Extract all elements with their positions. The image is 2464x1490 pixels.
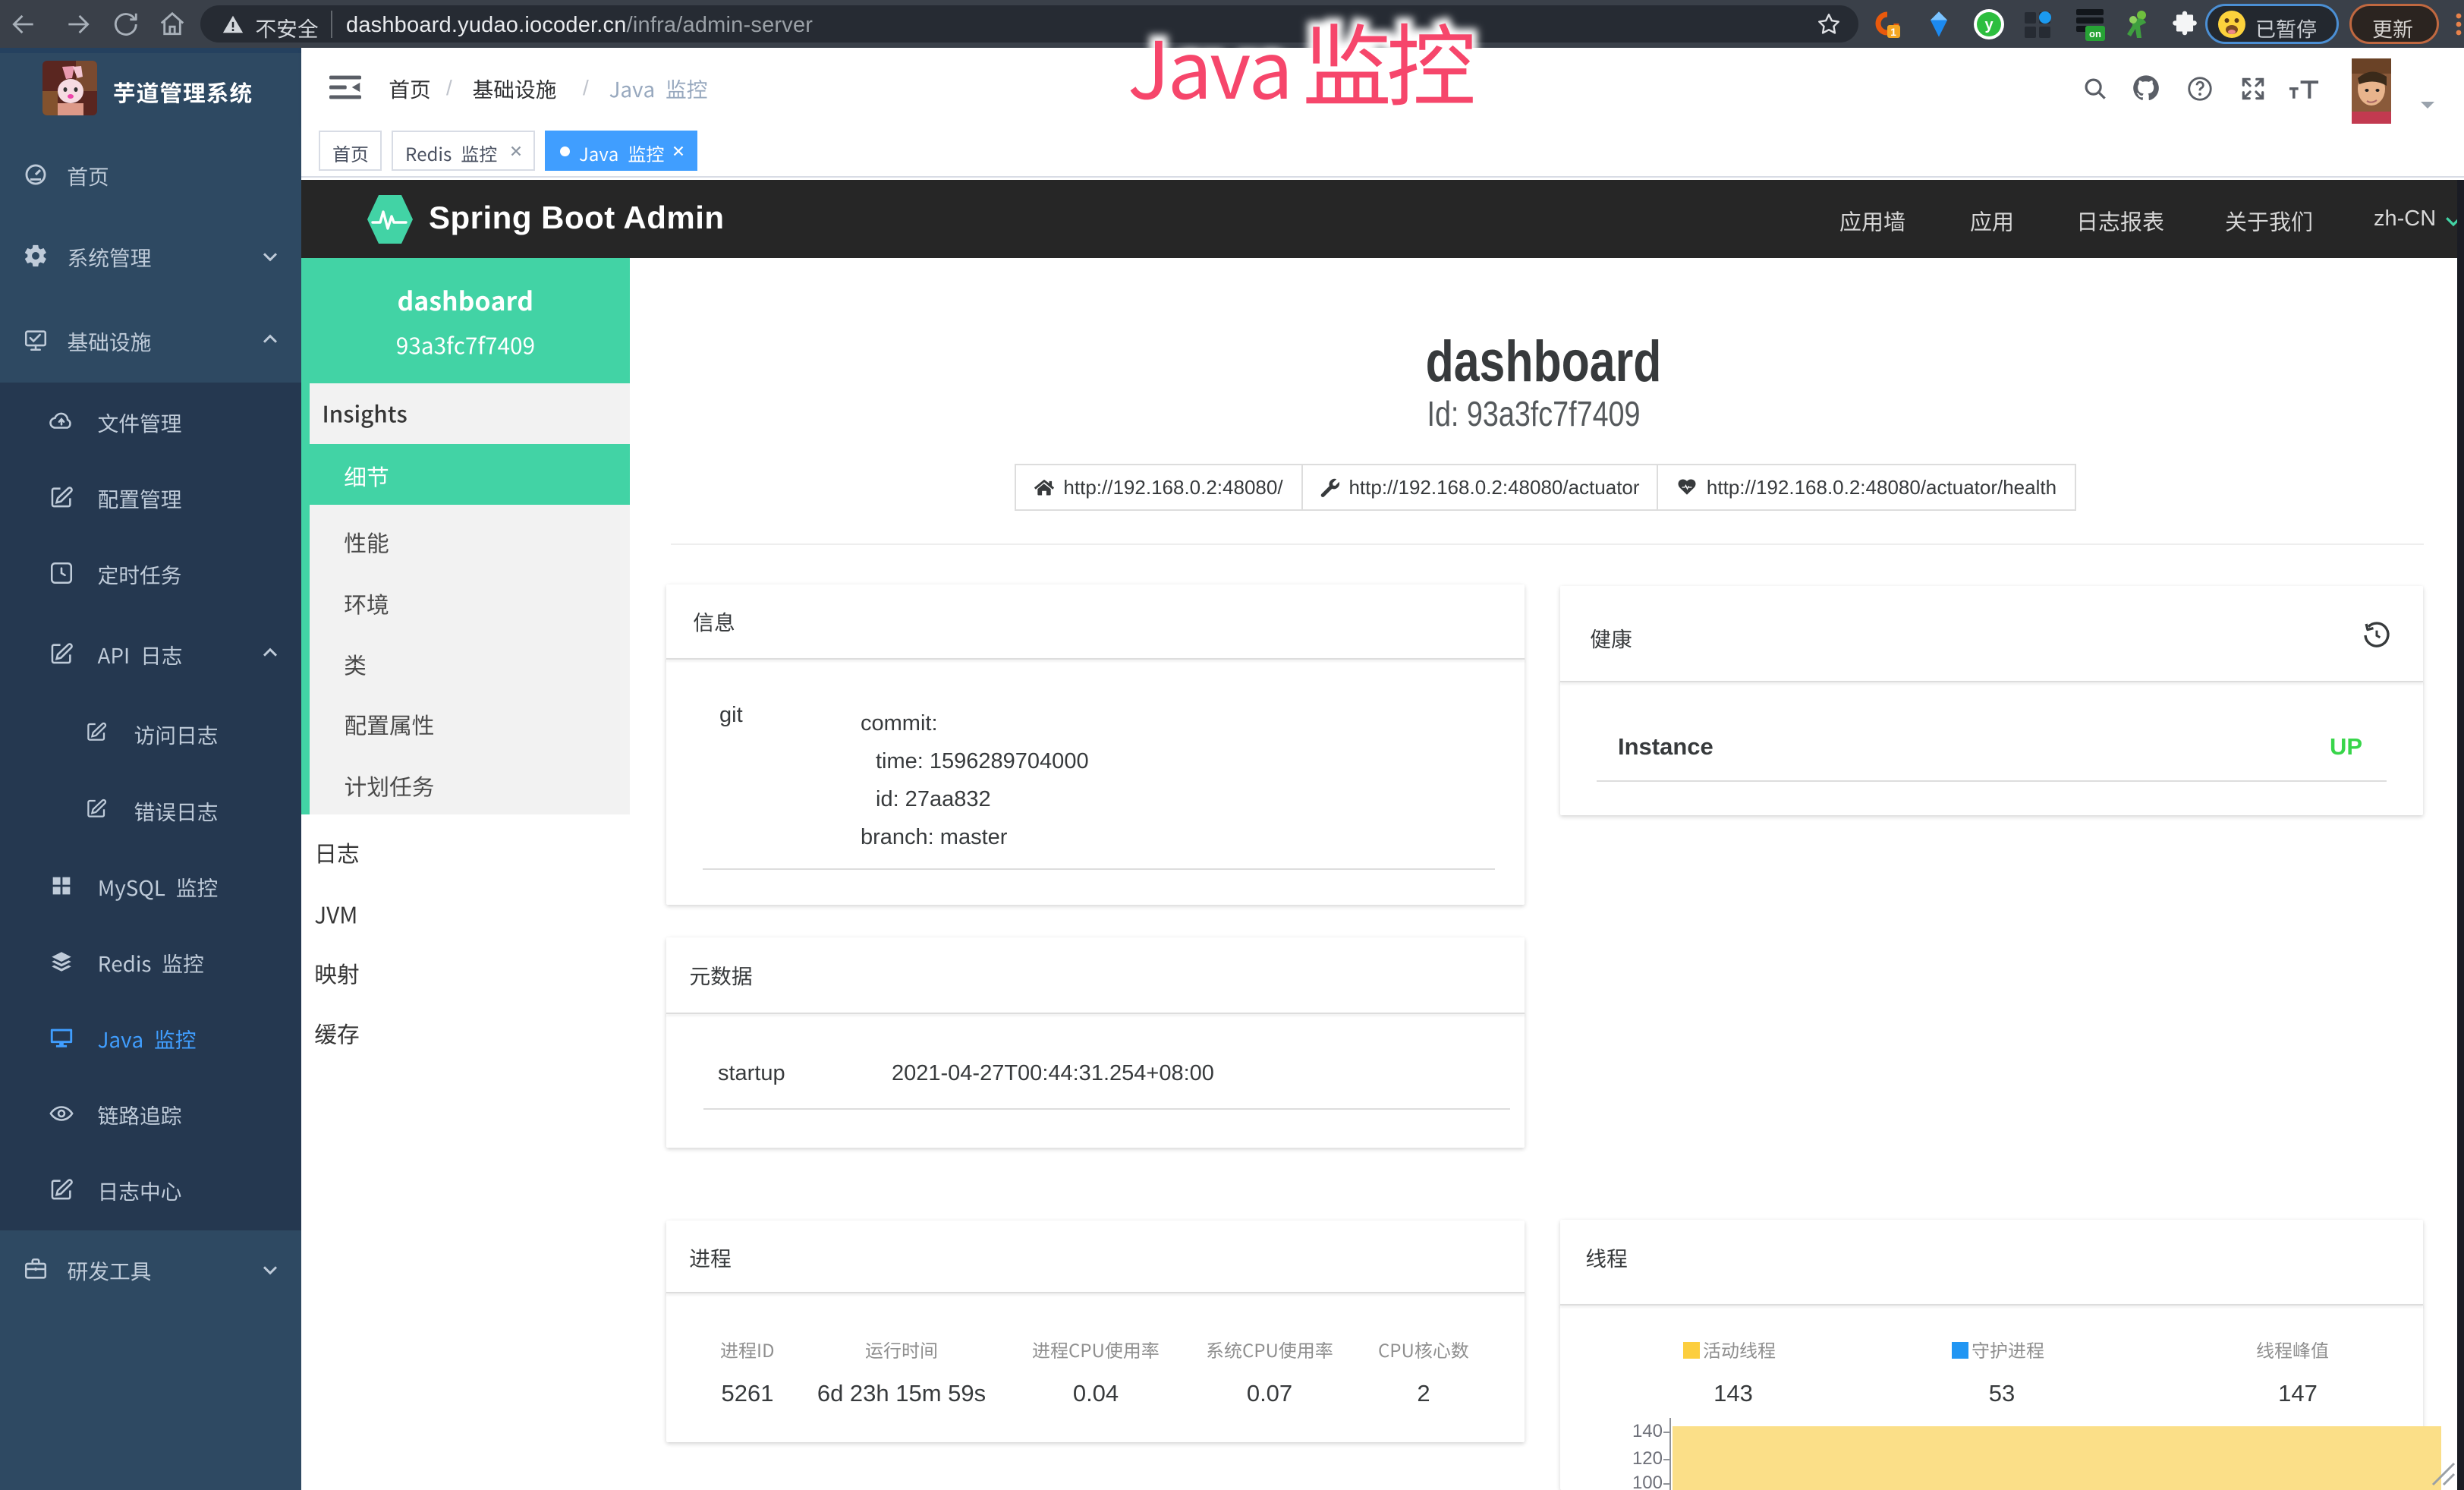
svg-text:on: on <box>2089 28 2101 39</box>
svg-text:y: y <box>1984 17 1994 33</box>
svg-text:1: 1 <box>1890 26 1896 38</box>
